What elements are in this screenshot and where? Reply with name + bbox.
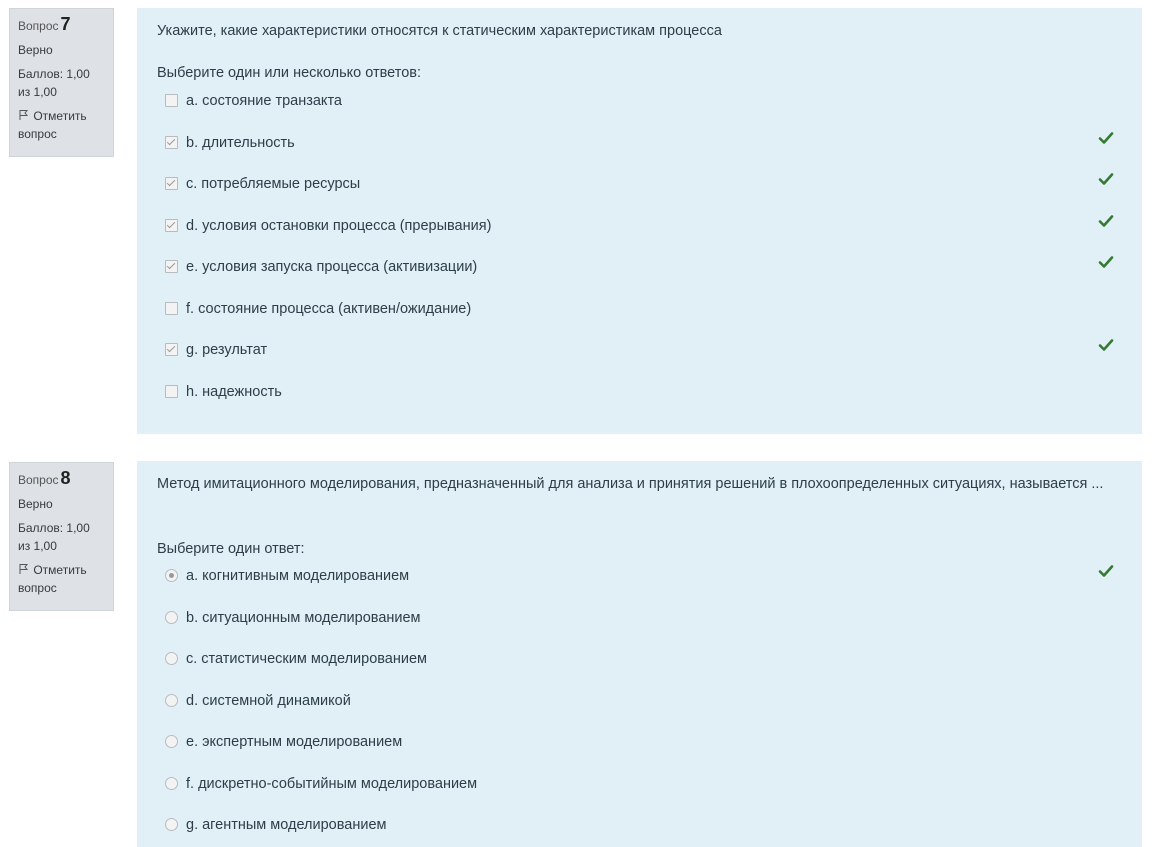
answer-radio[interactable] bbox=[165, 735, 178, 748]
answer-option[interactable]: f. состояние процесса (активен/ожидание) bbox=[165, 298, 1122, 320]
answer-radio[interactable] bbox=[165, 569, 178, 582]
answer-option[interactable]: c. потребляемые ресурсы bbox=[165, 173, 1122, 195]
answer-option[interactable]: h. надежность bbox=[165, 381, 1122, 403]
question-grade: Баллов: 1,00 из 1,00 bbox=[18, 67, 90, 99]
answer-option[interactable]: b. длительность bbox=[165, 131, 1122, 154]
check-icon bbox=[1098, 565, 1114, 577]
question-number: Вопрос 8 bbox=[18, 468, 71, 488]
answer-checkbox[interactable] bbox=[165, 177, 178, 190]
answer-checkbox[interactable] bbox=[165, 384, 178, 398]
answer-checkbox[interactable] bbox=[165, 94, 178, 107]
answer-option[interactable]: d. условия остановки процесса (прерывани… bbox=[165, 214, 1122, 237]
answer-prompt: Выберите один ответ: bbox=[157, 541, 305, 557]
check-icon bbox=[1098, 131, 1114, 144]
check-icon bbox=[1098, 339, 1114, 351]
answer-label: d. системной динамикой bbox=[186, 692, 351, 709]
answer-checkbox[interactable] bbox=[165, 135, 178, 149]
question-state: Верно bbox=[18, 497, 53, 511]
answer-label: h. надежность bbox=[186, 383, 282, 400]
answer-label: b. длительность bbox=[186, 134, 295, 151]
answer-label: g. результат bbox=[186, 342, 268, 358]
answer-radio[interactable] bbox=[165, 818, 178, 831]
answer-label: a. когнитивным моделированием bbox=[186, 568, 410, 584]
answer-checkbox[interactable] bbox=[165, 218, 178, 232]
answer-option[interactable]: e. условия запуска процесса (активизации… bbox=[165, 256, 1122, 278]
answer-option[interactable]: d. системной динамикой bbox=[165, 690, 1122, 712]
answer-label: b. ситуационным моделированием bbox=[186, 609, 421, 626]
answer-option[interactable]: e. экспертным моделированием bbox=[165, 731, 1122, 753]
answer-label: e. условия запуска процесса (активизации… bbox=[186, 259, 478, 275]
check-icon bbox=[1098, 173, 1114, 185]
check-icon bbox=[1098, 214, 1114, 227]
answer-radio[interactable] bbox=[165, 693, 178, 707]
answer-checkbox[interactable] bbox=[165, 301, 178, 315]
answer-label: e. экспертным моделированием bbox=[186, 734, 403, 750]
answer-label: f. состояние процесса (активен/ожидание) bbox=[186, 300, 472, 317]
answer-option[interactable]: a. когнитивным моделированием bbox=[165, 565, 1122, 587]
flag-question-link[interactable]: Отметить вопрос bbox=[18, 561, 105, 597]
answer-checkbox[interactable] bbox=[165, 343, 178, 356]
answer-radio[interactable] bbox=[165, 776, 178, 790]
question-text: Укажите, какие характеристики относятся … bbox=[157, 23, 722, 39]
question-content: Метод имитационного моделирования, предн… bbox=[137, 461, 1142, 847]
question-content: Укажите, какие характеристики относятся … bbox=[137, 8, 1142, 434]
question-number: Вопрос 7 bbox=[18, 14, 71, 34]
question-grade: Баллов: 1,00 из 1,00 bbox=[18, 521, 90, 553]
question-7: Вопрос 7 Верно Баллов: 1,00 из 1,00 Отмет… bbox=[0, 0, 1156, 440]
answer-option[interactable]: f. дискретно-событийным моделированием bbox=[165, 773, 1122, 795]
answer-checkbox[interactable] bbox=[165, 260, 178, 273]
answer-label: d. условия остановки процесса (прерывани… bbox=[186, 217, 492, 234]
answer-option[interactable]: c. статистическим моделированием bbox=[165, 648, 1122, 670]
answer-option[interactable]: b. ситуационным моделированием bbox=[165, 607, 1122, 629]
answer-label: g. агентным моделированием bbox=[186, 817, 387, 833]
answer-option[interactable]: a. состояние транзакта bbox=[165, 90, 1122, 112]
answer-label: f. дискретно-событийным моделированием bbox=[186, 775, 478, 792]
answer-label: c. статистическим моделированием bbox=[186, 651, 428, 667]
answer-radio[interactable] bbox=[165, 652, 178, 665]
flag-icon bbox=[19, 110, 29, 120]
question-state: Верно bbox=[18, 43, 53, 57]
flag-question-link[interactable]: Отметить вопрос bbox=[18, 107, 105, 143]
question-info: Вопрос 8 Верно Баллов: 1,00 из 1,00 Отмет… bbox=[9, 462, 114, 611]
question-info: Вопрос 7 Верно Баллов: 1,00 из 1,00 Отмет… bbox=[9, 8, 114, 157]
answer-label: c. потребляемые ресурсы bbox=[186, 176, 361, 192]
answer-prompt: Выберите один или несколько ответов: bbox=[157, 65, 422, 81]
answer-option[interactable]: g. результат bbox=[165, 339, 1122, 361]
answer-option[interactable]: g. агентным моделированием bbox=[165, 814, 1122, 836]
answer-radio[interactable] bbox=[165, 610, 178, 624]
check-icon bbox=[1098, 256, 1114, 268]
question-8: Вопрос 8 Верно Баллов: 1,00 из 1,00 Отмет… bbox=[0, 454, 1156, 847]
flag-icon bbox=[19, 564, 29, 574]
question-text: Метод имитационного моделирования, предн… bbox=[157, 476, 1104, 492]
answer-label: a. состояние транзакта bbox=[186, 93, 342, 109]
